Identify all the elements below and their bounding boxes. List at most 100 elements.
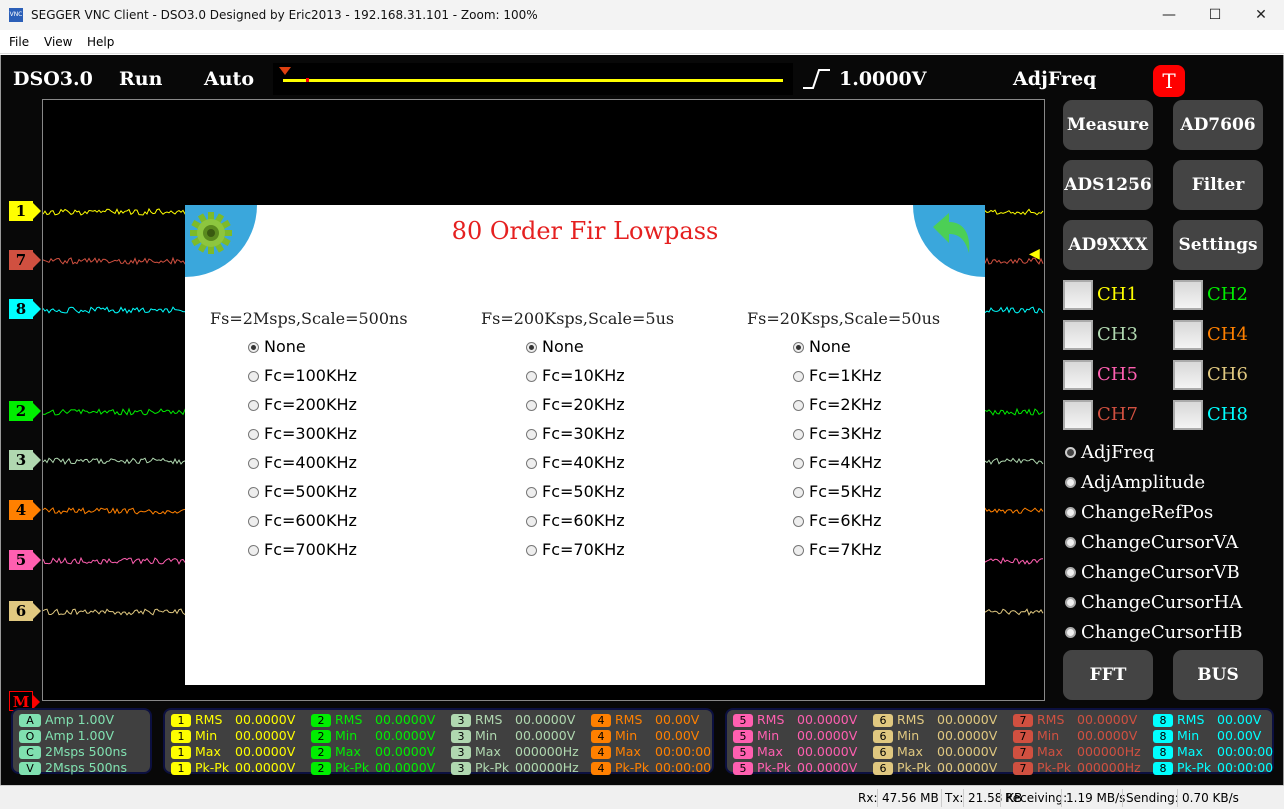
- mode-changecursorha[interactable]: ChangeCursorHA: [1065, 588, 1242, 618]
- radio-icon[interactable]: [248, 342, 259, 353]
- radio-icon[interactable]: [1065, 507, 1076, 518]
- mode-changecursorva[interactable]: ChangeCursorVA: [1065, 528, 1238, 558]
- ch5-checkbox[interactable]: [1063, 360, 1093, 390]
- filter-option[interactable]: Fc=70KHz: [526, 540, 625, 560]
- radio-icon[interactable]: [1065, 627, 1076, 638]
- channel-marker-4[interactable]: 4: [9, 500, 33, 520]
- filter-option[interactable]: Fc=20KHz: [526, 395, 625, 415]
- filter-option[interactable]: None: [526, 337, 584, 357]
- mode-changerefpos[interactable]: ChangeRefPos: [1065, 498, 1213, 528]
- radio-icon[interactable]: [248, 400, 259, 411]
- waveform-display[interactable]: 80 Order Fir Lowpass Fs=2Msps,Scale=500n…: [42, 99, 1045, 701]
- filter-option[interactable]: Fc=700KHz: [248, 540, 357, 560]
- radio-icon[interactable]: [793, 342, 804, 353]
- filter-option[interactable]: None: [248, 337, 306, 357]
- radio-icon[interactable]: [526, 487, 537, 498]
- radio-icon[interactable]: [526, 458, 537, 469]
- filter-option[interactable]: Fc=2KHz: [793, 395, 882, 415]
- filter-option[interactable]: Fc=500KHz: [248, 482, 357, 502]
- radio-icon[interactable]: [248, 545, 259, 556]
- radio-icon[interactable]: [526, 545, 537, 556]
- filter-option[interactable]: Fc=40KHz: [526, 453, 625, 473]
- radio-icon[interactable]: [248, 371, 259, 382]
- settings-button[interactable]: Settings: [1173, 220, 1263, 270]
- menu-help[interactable]: Help: [87, 35, 114, 49]
- filter-button[interactable]: Filter: [1173, 160, 1263, 210]
- measure-button[interactable]: Measure: [1063, 100, 1153, 150]
- channel-marker-6[interactable]: 6: [9, 601, 33, 621]
- ch1-checkbox[interactable]: [1063, 280, 1093, 310]
- filter-option[interactable]: Fc=30KHz: [526, 424, 625, 444]
- radio-icon[interactable]: [248, 516, 259, 527]
- radio-icon[interactable]: [1065, 567, 1076, 578]
- trigger-position-marker[interactable]: [279, 67, 291, 75]
- radio-icon[interactable]: [1065, 537, 1076, 548]
- filter-option[interactable]: Fc=5KHz: [793, 482, 882, 502]
- filter-option[interactable]: Fc=100KHz: [248, 366, 357, 386]
- channel-marker-7[interactable]: 7: [9, 250, 33, 270]
- filter-option[interactable]: Fc=10KHz: [526, 366, 625, 386]
- ch3-checkbox[interactable]: [1063, 320, 1093, 350]
- mode-adjfreq[interactable]: AdjFreq: [1065, 438, 1154, 468]
- channel-marker-1[interactable]: 1: [9, 201, 33, 221]
- radio-icon[interactable]: [793, 400, 804, 411]
- mode-changecursorhb[interactable]: ChangeCursorHB: [1065, 618, 1242, 648]
- run-status[interactable]: Run: [119, 68, 162, 90]
- trigger-level[interactable]: 1.0000V: [839, 68, 926, 90]
- radio-icon[interactable]: [526, 371, 537, 382]
- filter-option[interactable]: Fc=1KHz: [793, 366, 882, 386]
- fft-button[interactable]: FFT: [1063, 650, 1153, 700]
- radio-icon[interactable]: [248, 458, 259, 469]
- ch7-checkbox[interactable]: [1063, 400, 1093, 430]
- filter-option[interactable]: Fc=3KHz: [793, 424, 882, 444]
- ad7606-button[interactable]: AD7606: [1173, 100, 1263, 150]
- radio-icon[interactable]: [1065, 477, 1076, 488]
- menu-file[interactable]: File: [9, 35, 29, 49]
- close-button[interactable]: ✕: [1238, 0, 1284, 30]
- radio-icon[interactable]: [526, 516, 537, 527]
- radio-icon[interactable]: [248, 429, 259, 440]
- ad9xxx-button[interactable]: AD9XXX: [1063, 220, 1153, 270]
- filter-option[interactable]: Fc=60KHz: [526, 511, 625, 531]
- filter-option[interactable]: Fc=300KHz: [248, 424, 357, 444]
- channel-marker-3[interactable]: 3: [9, 450, 33, 470]
- column-header: Fs=2Msps,Scale=500ns: [210, 309, 408, 328]
- channel-marker-2[interactable]: 2: [9, 401, 33, 421]
- menu-view[interactable]: View: [44, 35, 72, 49]
- filter-option[interactable]: Fc=6KHz: [793, 511, 882, 531]
- ch8-checkbox[interactable]: [1173, 400, 1203, 430]
- radio-icon[interactable]: [793, 545, 804, 556]
- filter-option[interactable]: Fc=50KHz: [526, 482, 625, 502]
- radio-icon[interactable]: [793, 487, 804, 498]
- radio-icon[interactable]: [793, 516, 804, 527]
- radio-icon[interactable]: [793, 429, 804, 440]
- filter-option[interactable]: Fc=600KHz: [248, 511, 357, 531]
- filter-option[interactable]: None: [793, 337, 851, 357]
- radio-icon[interactable]: [1065, 597, 1076, 608]
- ch6-checkbox[interactable]: [1173, 360, 1203, 390]
- radio-icon[interactable]: [526, 429, 537, 440]
- radio-icon[interactable]: [248, 487, 259, 498]
- filter-option[interactable]: Fc=400KHz: [248, 453, 357, 473]
- maximize-button[interactable]: ☐: [1192, 0, 1238, 30]
- trigger-mode[interactable]: Auto: [204, 68, 254, 90]
- ads1256-button[interactable]: ADS1256: [1063, 160, 1153, 210]
- timebase-position-bar[interactable]: [273, 63, 793, 95]
- radio-icon[interactable]: [526, 400, 537, 411]
- radio-icon[interactable]: [526, 342, 537, 353]
- filter-option[interactable]: Fc=200KHz: [248, 395, 357, 415]
- filter-option[interactable]: Fc=7KHz: [793, 540, 882, 560]
- bus-button[interactable]: BUS: [1173, 650, 1263, 700]
- filter-option[interactable]: Fc=4KHz: [793, 453, 882, 473]
- radio-icon[interactable]: [793, 458, 804, 469]
- ch4-checkbox[interactable]: [1173, 320, 1203, 350]
- mode-adjamplitude[interactable]: AdjAmplitude: [1065, 468, 1205, 498]
- channel-marker-5[interactable]: 5: [9, 550, 33, 570]
- radio-icon[interactable]: [793, 371, 804, 382]
- ch2-checkbox[interactable]: [1173, 280, 1203, 310]
- minimize-button[interactable]: —: [1146, 0, 1192, 30]
- mode-changecursorvb[interactable]: ChangeCursorVB: [1065, 558, 1240, 588]
- trigger-badge[interactable]: T: [1153, 65, 1185, 97]
- radio-icon[interactable]: [1065, 447, 1076, 458]
- channel-marker-8[interactable]: 8: [9, 299, 33, 319]
